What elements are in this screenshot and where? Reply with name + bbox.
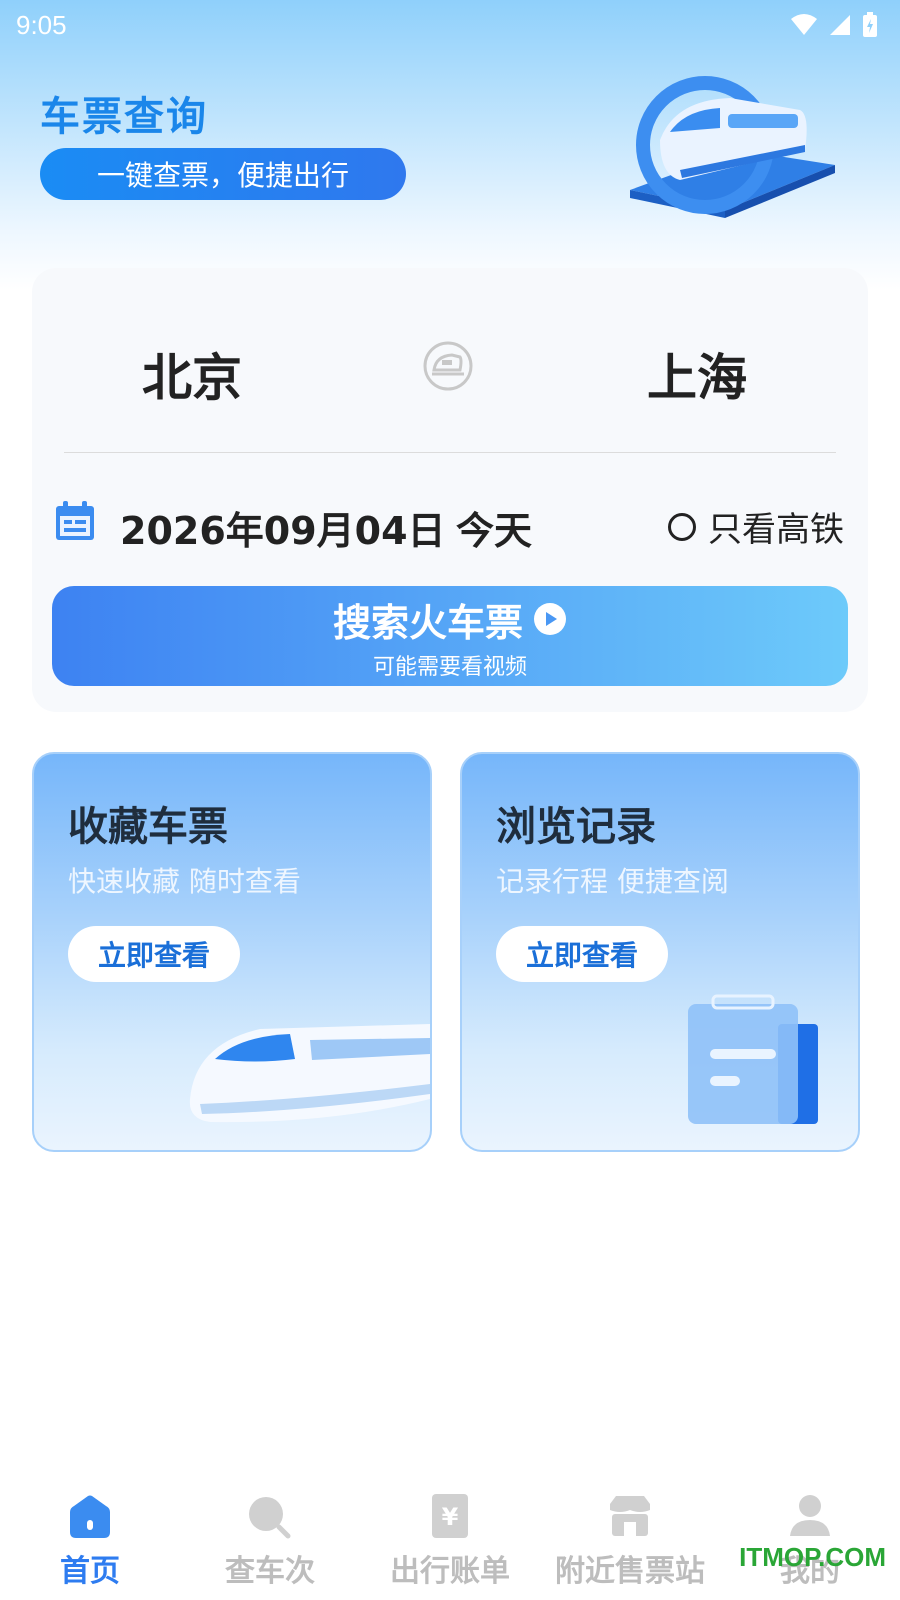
view-favorites-button[interactable]: 立即查看 — [68, 926, 240, 982]
battery-icon — [863, 12, 877, 37]
search-button-sublabel: 可能需要看视频 — [372, 654, 527, 680]
store-icon — [610, 1496, 650, 1536]
watermark: ITMOP.COM — [739, 1542, 886, 1572]
hsr-only-toggle[interactable]: 只看高铁 — [668, 502, 844, 551]
document-illustration — [688, 994, 818, 1124]
status-time: 9:05 — [16, 9, 67, 40]
from-city[interactable]: 北京 — [142, 338, 242, 410]
date-day-label: 今天 — [456, 509, 533, 553]
train-illustration — [630, 76, 835, 218]
svg-text:¥: ¥ — [442, 1503, 459, 1531]
feature-subtitle: 快速收藏 随时查看 — [68, 865, 301, 898]
bill-icon: ¥ — [432, 1494, 468, 1538]
browse-history-card[interactable]: 浏览记录 记录行程 便捷查阅 立即查看 — [460, 752, 860, 1152]
favorite-tickets-card[interactable]: 收藏车票 快速收藏 随时查看 立即查看 — [32, 752, 432, 1152]
signal-icon — [830, 15, 850, 35]
feature-subtitle: 记录行程 便捷查阅 — [496, 865, 729, 898]
view-history-button[interactable]: 立即查看 — [496, 926, 668, 982]
tab-label: 首页 — [60, 1554, 120, 1589]
play-video-icon — [534, 603, 566, 635]
tab-search-train[interactable]: 查车次 — [180, 1492, 360, 1590]
radio-unchecked-icon[interactable] — [668, 512, 696, 541]
swap-stations-icon[interactable] — [422, 340, 474, 392]
profile-icon — [790, 1495, 830, 1536]
wifi-icon — [791, 14, 817, 35]
feature-title: 浏览记录 — [496, 804, 656, 850]
status-icons — [790, 12, 878, 38]
home-icon — [70, 1495, 110, 1538]
tab-home[interactable]: 首页 — [0, 1492, 180, 1590]
tab-label: 查车次 — [225, 1554, 315, 1589]
tab-nearby-stations[interactable]: 附近售票站 — [540, 1492, 720, 1590]
status-bar: 9:05 — [0, 0, 900, 50]
search-icon — [249, 1497, 291, 1539]
tab-travel-bill[interactable]: ¥ 出行账单 — [360, 1492, 540, 1590]
tab-profile[interactable]: 我的 — [720, 1492, 900, 1590]
search-button-main: 搜索火车票 — [333, 592, 567, 647]
search-button-label: 搜索火车票 — [332, 600, 523, 645]
travel-date[interactable]: 2026年09月04日 — [120, 500, 446, 555]
feature-title: 收藏车票 — [68, 804, 228, 850]
page-title: 车票查询 — [40, 94, 208, 140]
to-city[interactable]: 上海 — [647, 338, 747, 410]
calendar-icon[interactable] — [54, 500, 96, 542]
bullet-train-illustration — [189, 1024, 430, 1123]
divider — [64, 452, 836, 453]
hsr-only-label: 只看高铁 — [708, 510, 844, 550]
search-tickets-button[interactable]: 搜索火车票 可能需要看视频 — [52, 586, 848, 686]
tab-label: 出行账单 — [390, 1554, 510, 1589]
search-card: 北京 上海 2026年09月04日 今天 只看高铁 搜索火车票 可能需要看视频 — [32, 268, 868, 712]
slogan-badge: 一键查票，便捷出行 — [40, 148, 406, 200]
tab-label: 附近售票站 — [555, 1554, 705, 1589]
